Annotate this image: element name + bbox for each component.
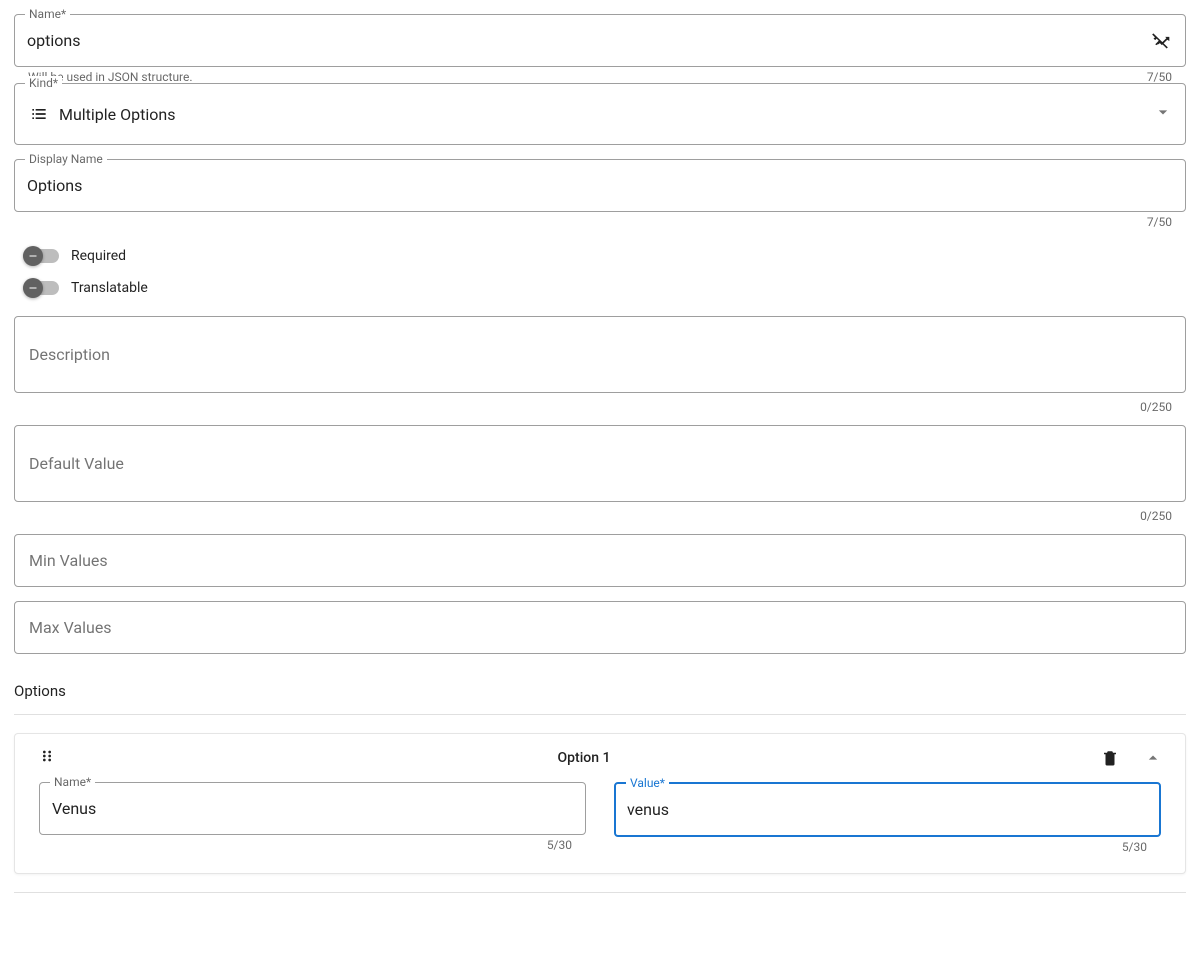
option-value-input[interactable] <box>627 784 1148 835</box>
name-input[interactable] <box>27 15 1141 66</box>
option-value-counter: 5/30 <box>1122 839 1147 855</box>
option-title: Option 1 <box>67 750 1101 766</box>
name-field-wrap: Name* Will be used in JSON structure. 7/… <box>14 14 1186 85</box>
description-counter: 0/250 <box>1140 399 1172 415</box>
minus-icon <box>27 250 39 262</box>
kind-label: Kind* <box>25 76 62 90</box>
chevron-up-icon <box>1143 748 1163 768</box>
kind-select[interactable]: Kind* Multiple Options <box>14 83 1186 145</box>
min-values-wrap <box>14 534 1186 587</box>
options-section-title: Options <box>14 664 1186 714</box>
kind-value: Multiple Options <box>59 105 1153 124</box>
option-name-input[interactable] <box>52 783 573 834</box>
display-name-outline: Display Name <box>14 159 1186 212</box>
default-value-wrap: 0/250 <box>14 425 1186 524</box>
name-field-outline: Name* <box>14 14 1186 67</box>
translatable-label: Translatable <box>71 280 148 296</box>
collapse-button[interactable] <box>1143 748 1163 768</box>
dropdown-arrow-icon <box>1153 102 1173 126</box>
kind-field-wrap: Kind* Multiple Options <box>14 83 1186 145</box>
trash-icon <box>1101 749 1119 767</box>
display-name-label: Display Name <box>25 152 107 166</box>
auto-fix-icon[interactable] <box>1149 29 1173 53</box>
list-icon <box>27 102 51 126</box>
option-name-outline: Name* <box>39 782 586 835</box>
display-name-wrap: Display Name 7/50 <box>14 159 1186 230</box>
option-name-counter: 5/30 <box>547 837 572 853</box>
translatable-switch-row: Translatable <box>14 272 1186 304</box>
name-label: Name* <box>25 7 70 21</box>
display-name-input[interactable] <box>27 160 1173 211</box>
description-input[interactable] <box>15 317 1185 392</box>
default-value-counter: 0/250 <box>1140 508 1172 524</box>
options-divider <box>14 714 1186 715</box>
option-value-label: Value* <box>626 776 669 790</box>
required-switch-row: Required <box>14 240 1186 272</box>
max-values-input[interactable] <box>15 602 1185 653</box>
default-value-input[interactable] <box>15 426 1185 501</box>
description-wrap: 0/250 <box>14 316 1186 415</box>
option-panel: Option 1 Name* 5/30 Value* <box>14 733 1186 874</box>
drag-handle-icon[interactable] <box>39 748 55 768</box>
required-label: Required <box>71 248 126 264</box>
display-name-counter: 7/50 <box>1147 214 1172 230</box>
end-divider <box>14 892 1186 893</box>
option-value-outline: Value* <box>614 782 1161 837</box>
minus-icon <box>27 282 39 294</box>
max-values-wrap <box>14 601 1186 654</box>
translatable-switch[interactable] <box>23 278 59 298</box>
delete-button[interactable] <box>1101 749 1119 767</box>
min-values-input[interactable] <box>15 535 1185 586</box>
required-switch[interactable] <box>23 246 59 266</box>
option-name-label: Name* <box>50 775 95 789</box>
